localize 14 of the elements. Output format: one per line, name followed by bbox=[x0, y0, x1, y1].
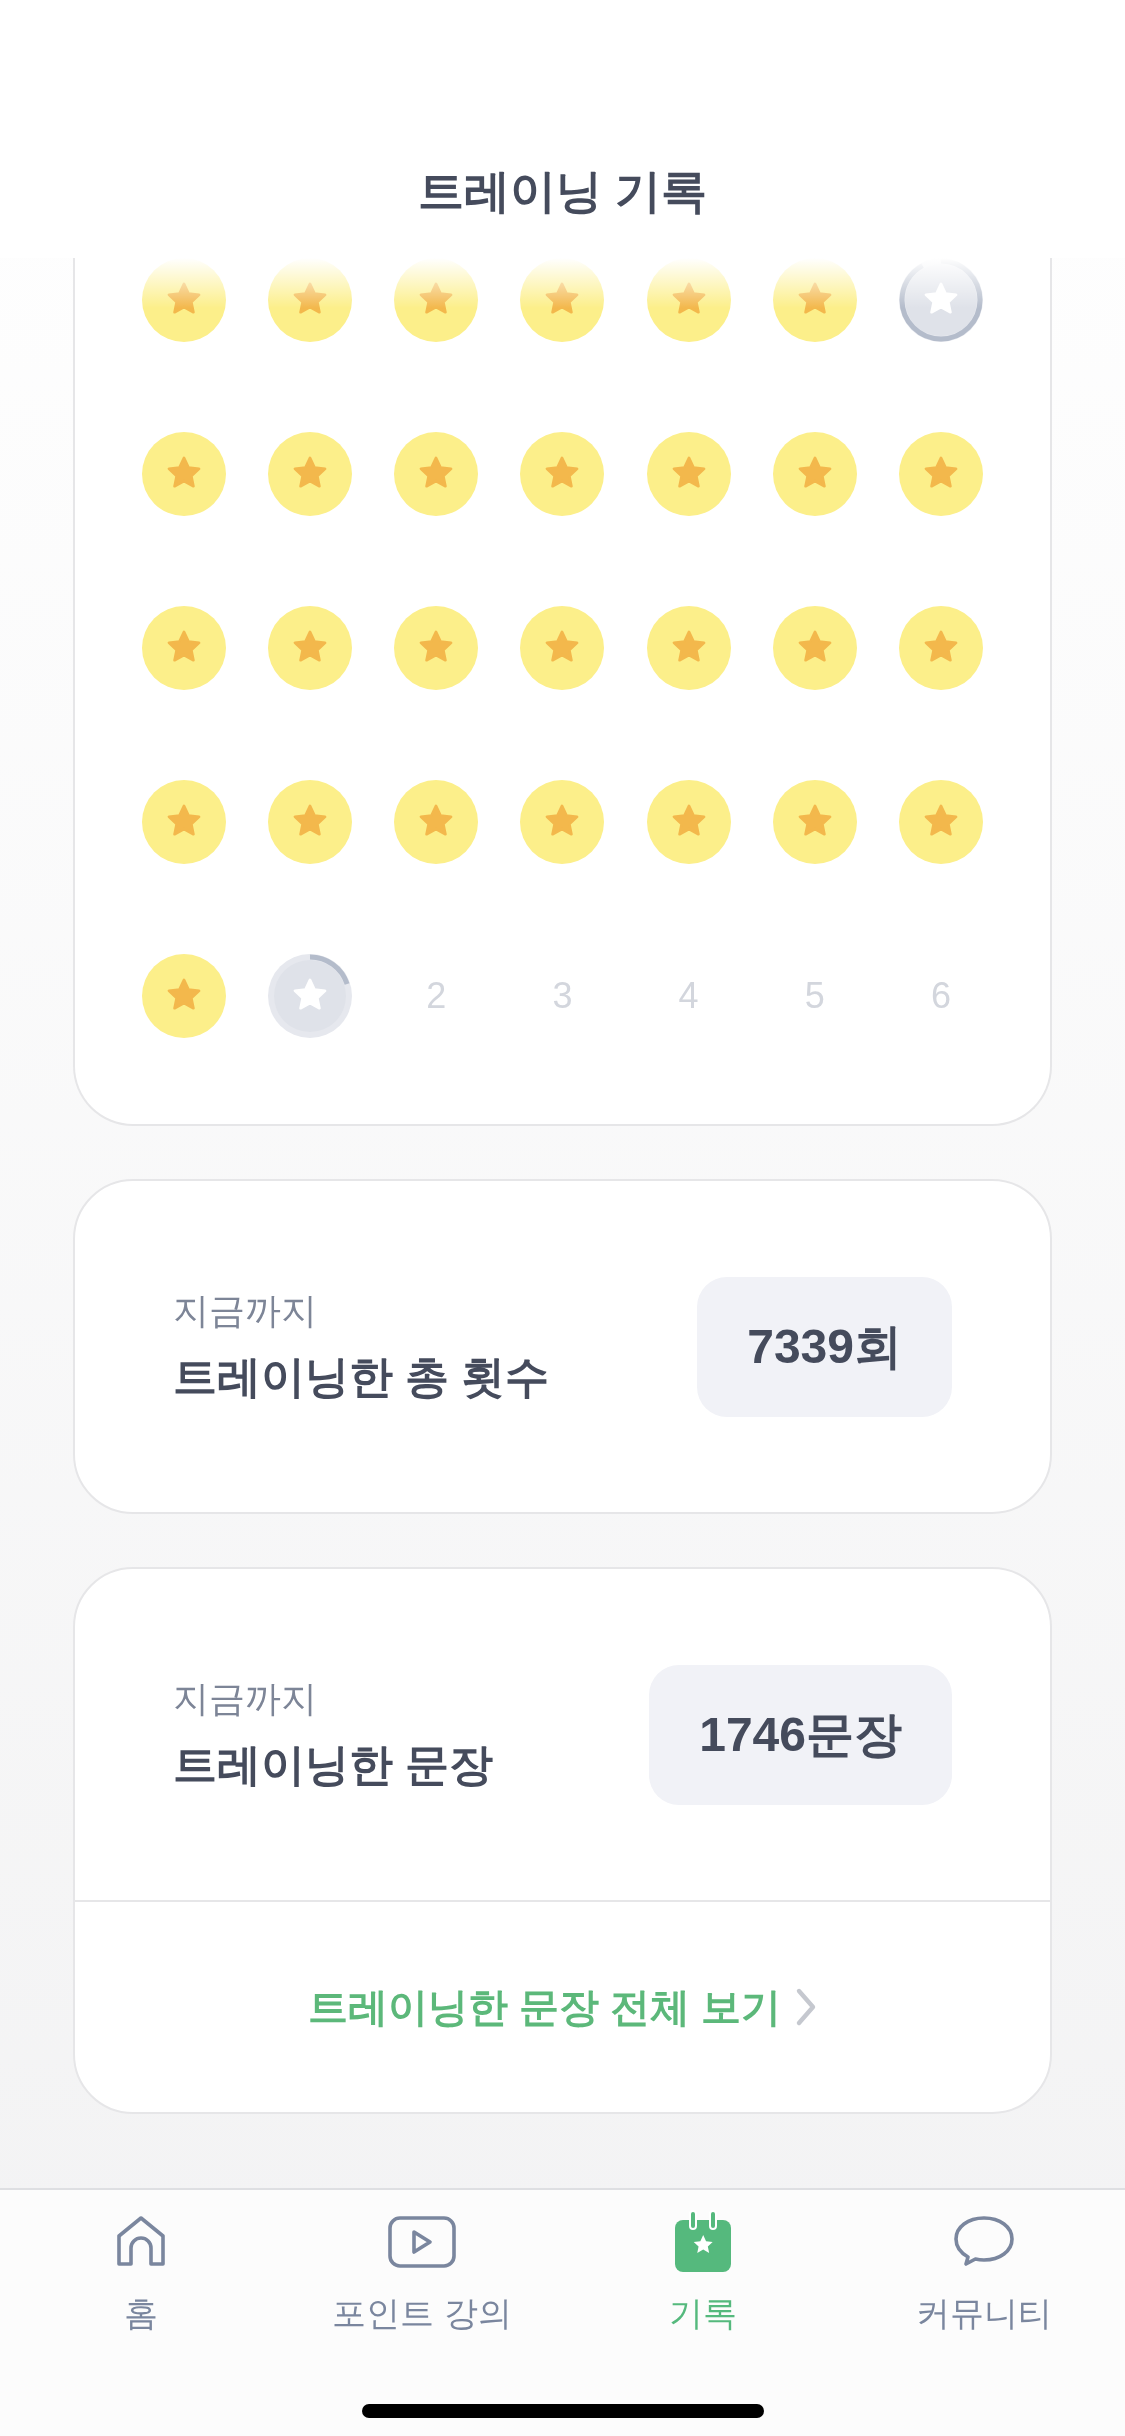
nav-tab[interactable]: 포인트 강의 bbox=[281, 2210, 563, 2339]
nav-tab[interactable]: 커뮤니티 bbox=[843, 2210, 1125, 2339]
stat-value: 7339회 bbox=[697, 1276, 952, 1417]
chevron-right-icon bbox=[795, 1987, 818, 2027]
view-all-link[interactable]: 트레이닝한 문장 전체 보기 bbox=[307, 1977, 818, 2037]
stat-caption: 지금까지 bbox=[173, 1288, 318, 1333]
page-title: 트레이닝 기록 bbox=[418, 164, 707, 219]
calendar-star-icon bbox=[673, 2210, 734, 2274]
nav-tab[interactable]: 홈 bbox=[0, 2210, 282, 2339]
stat-value: 1746문장 bbox=[649, 1664, 952, 1805]
nav-tab[interactable]: 기록 bbox=[562, 2210, 844, 2339]
stat-caption: 지금까지 bbox=[173, 1676, 318, 1721]
stat-title: 트레이닝한 문장 bbox=[173, 1738, 494, 1791]
stat-title: 트레이닝한 총 횟수 bbox=[173, 1350, 550, 1403]
